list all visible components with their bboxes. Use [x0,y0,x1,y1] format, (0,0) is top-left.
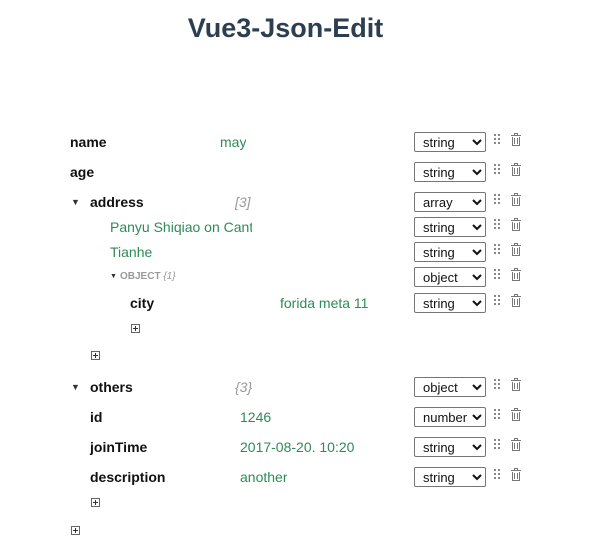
trash-icon[interactable] [511,218,521,231]
key-label: city [130,295,155,311]
item-count: {3} [235,379,253,395]
type-select[interactable]: stringnumberarrayobject [414,293,486,313]
row-jointime: joinTime 2017-08-20. 10:20 stringnumbera… [0,436,591,458]
trash-icon[interactable] [511,294,521,307]
type-select[interactable]: stringnumberarrayobject [414,132,486,152]
row-address-item: Panyu Shiqiao on Canton Avenue stringnum… [0,216,591,238]
trash-icon[interactable] [511,268,521,281]
trash-icon[interactable] [511,163,521,176]
drag-handle-icon[interactable] [494,439,500,451]
item-count: [3] [235,194,251,210]
trash-icon[interactable] [511,378,521,391]
caret-down-icon[interactable]: ▼ [110,266,117,288]
drag-handle-icon[interactable] [494,295,500,307]
key-label: name [70,134,107,150]
trash-icon[interactable] [511,438,521,451]
row-city: city forida meta 11 stringnumberarrayobj… [0,292,591,314]
value-text[interactable]: 1246 [240,406,271,428]
plus-square-icon[interactable] [91,351,100,360]
type-select[interactable]: stringnumberarrayobject [414,242,486,262]
plus-square-icon[interactable] [91,498,100,507]
type-select[interactable]: stringnumberarrayobject [414,407,486,427]
key-label: joinTime [90,439,148,455]
type-select[interactable]: stringnumberarrayobject [414,217,486,237]
trash-icon[interactable] [511,133,521,146]
drag-handle-icon[interactable] [494,194,500,206]
plus-square-icon[interactable] [131,324,140,333]
value-text[interactable]: forida meta 11 [280,292,368,314]
key-label: description [90,469,166,485]
drag-handle-icon[interactable] [494,469,500,481]
row-address-item: Tianhe stringnumberarrayobject [0,241,591,263]
caret-down-icon[interactable]: ▼ [71,376,80,398]
value-text[interactable]: 2017-08-20. 10:20 [240,436,354,458]
drag-handle-icon[interactable] [494,134,500,146]
type-select[interactable]: stringnumberarrayobject [414,437,486,457]
row-name: name may stringnumberarrayobject [0,131,591,153]
key-label: age [70,164,95,180]
type-select[interactable]: stringnumberarrayobject [414,377,486,397]
drag-handle-icon[interactable] [494,219,500,231]
drag-handle-icon[interactable] [494,409,500,421]
key-label: address [90,194,144,210]
trash-icon[interactable] [511,408,521,421]
value-text[interactable]: may [220,131,246,153]
object-label: OBJECT {1} [120,271,176,282]
drag-handle-icon[interactable] [494,379,500,391]
page-title: Vue3-Json-Edit [187,13,384,43]
trash-icon[interactable] [511,243,521,256]
key-label: others [90,379,133,395]
key-label: id [90,409,103,425]
row-id: id 1246 stringnumberarrayobject [0,406,591,428]
row-description: description another stringnumberarrayobj… [0,466,591,488]
row-age: age stringnumberarrayobject [0,161,591,183]
row-address: ▼ address [3] stringnumberarrayobject [0,191,591,213]
drag-handle-icon[interactable] [494,269,500,281]
plus-square-icon[interactable] [71,526,80,535]
caret-down-icon[interactable]: ▼ [71,191,80,213]
row-others: ▼ others {3} stringnumberarrayobject [0,376,591,398]
trash-icon[interactable] [511,193,521,206]
type-select[interactable]: stringnumberarrayobject [414,162,486,182]
row-address-object: ▼ OBJECT {1} stringnumberarrayobject [0,266,591,288]
type-select[interactable]: stringnumberarrayobject [414,267,486,287]
value-text[interactable]: Panyu Shiqiao on Canton Avenue [110,216,252,238]
type-select[interactable]: stringnumberarrayobject [414,192,486,212]
drag-handle-icon[interactable] [494,164,500,176]
drag-handle-icon[interactable] [494,244,500,256]
value-text[interactable]: Tianhe [110,241,152,263]
type-select[interactable]: stringnumberarrayobject [414,467,486,487]
value-text[interactable]: another [240,466,287,488]
trash-icon[interactable] [511,468,521,481]
